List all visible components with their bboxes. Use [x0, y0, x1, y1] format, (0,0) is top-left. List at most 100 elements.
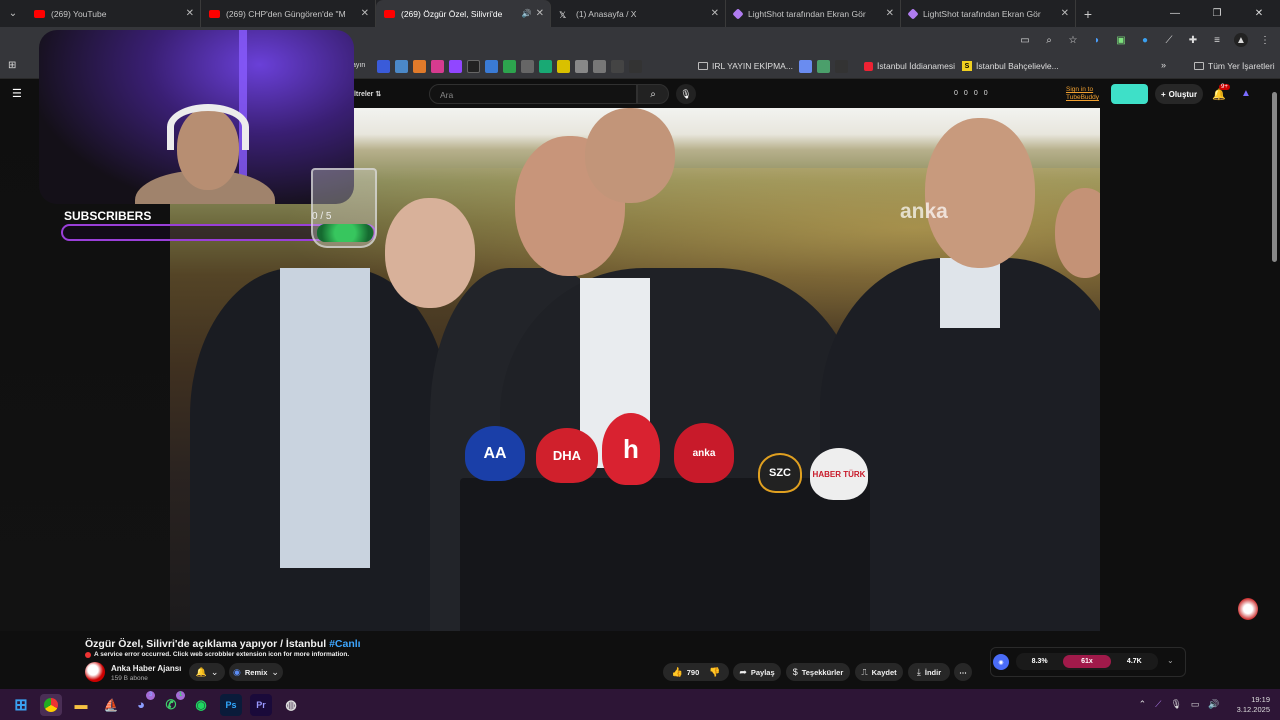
page-background-right — [1100, 108, 1280, 631]
tab-lightshot-1[interactable]: LightShot tarafından Ekran Gör ✕ — [726, 0, 901, 27]
share-button[interactable]: ➦ Paylaş — [733, 663, 781, 681]
mic-icon[interactable]: 🎙 — [1170, 699, 1181, 710]
bookmark-icon[interactable] — [593, 60, 606, 73]
chrome-icon[interactable] — [40, 693, 62, 716]
bookmark-icon[interactable] — [575, 60, 588, 73]
bookmark-icon[interactable] — [557, 60, 570, 73]
channel-avatar[interactable] — [85, 662, 105, 682]
menu-icon[interactable]: ⋮ — [1258, 33, 1272, 47]
chevron-up-icon[interactable]: ⌃ — [1139, 699, 1147, 710]
bookmark-icon[interactable] — [539, 60, 552, 73]
channel-subscribers: 159 B abone — [111, 675, 148, 682]
apps-icon[interactable]: ⊞ — [8, 60, 16, 71]
gemini-icon[interactable] — [799, 60, 812, 73]
extension-icon[interactable]: ● — [1138, 33, 1152, 47]
tubebuddy-button[interactable] — [1111, 84, 1148, 104]
bookmark-icon[interactable] — [413, 60, 426, 73]
cast-icon[interactable]: ▭ — [1018, 33, 1032, 47]
volume-icon[interactable]: 🔊 — [1208, 699, 1219, 710]
tab-chp[interactable]: (269) CHP'den Güngören'de "M ✕ — [201, 0, 376, 27]
avatar[interactable]: ▲ — [1241, 88, 1251, 99]
steam-icon[interactable]: ⛵ — [100, 694, 122, 716]
bookmark-all[interactable]: Tüm Yer İşaretleri — [1194, 61, 1275, 71]
restore-icon[interactable]: ❐ — [1196, 0, 1238, 27]
windows-start-icon[interactable]: ⊞ — [10, 694, 32, 716]
photoshop-icon[interactable]: Ps — [220, 693, 242, 716]
scrollbar-thumb[interactable] — [1272, 92, 1277, 262]
error-message[interactable]: A service error occurred. Click web scro… — [85, 651, 349, 658]
lightshot-icon[interactable]: ⟋ — [1155, 699, 1161, 710]
more-bookmarks-icon[interactable]: » — [1161, 60, 1166, 70]
file-explorer-icon[interactable]: ▬ — [70, 694, 92, 716]
counter: 0 — [973, 90, 978, 97]
bookmark-icon[interactable] — [611, 60, 624, 73]
notification-bell-button[interactable]: 🔔 ⌄ — [189, 663, 225, 681]
close-window-icon[interactable]: ✕ — [1238, 0, 1280, 27]
bookmark-icon[interactable] — [521, 60, 534, 73]
tab-search-icon[interactable]: ⌄ — [0, 0, 26, 27]
mic-label: anka — [692, 447, 716, 459]
bookmark-iddianamesi[interactable]: İstanbul İddianamesi — [864, 61, 955, 71]
close-tab-icon[interactable]: ✕ — [186, 8, 194, 19]
speaker-icon[interactable]: 🔊 — [522, 9, 532, 18]
puzzle-icon[interactable]: ✚ — [1186, 33, 1200, 47]
channel-name[interactable]: Anka Haber Ajansı — [111, 664, 181, 673]
clock[interactable]: 19:19 3.12.2025 — [1237, 695, 1270, 715]
hashtag-link[interactable]: #Canlı — [329, 638, 361, 650]
x-icon[interactable] — [467, 60, 480, 73]
close-tab-icon[interactable]: ✕ — [361, 8, 369, 19]
thanks-button[interactable]: $ Teşekkürler — [786, 663, 850, 681]
bookmark-icon[interactable] — [835, 60, 848, 73]
close-tab-icon[interactable]: ✕ — [536, 8, 544, 19]
download-label: İndir — [924, 667, 942, 677]
download-button[interactable]: ⤓ İndir — [908, 663, 950, 681]
remix-button[interactable]: ◉ Remix ⌄ — [229, 663, 283, 681]
whatsapp-icon[interactable]: ✆ 1 — [160, 690, 185, 716]
bookmark-icon[interactable] — [395, 60, 408, 73]
extension-icon[interactable]: ⟋ — [1162, 33, 1176, 47]
star-icon[interactable]: ☆ — [1066, 33, 1080, 47]
tubebuddy-signin-link[interactable]: Sign in to TubeBuddy — [1066, 86, 1099, 102]
close-tab-icon[interactable]: ✕ — [886, 8, 894, 19]
bookmark-bahcelievler[interactable]: S İstanbul Bahçelievle... — [962, 61, 1059, 71]
tab-ozgur-ozel[interactable]: (269) Özgür Özel, Silivri'de 🔊 ✕ — [376, 0, 551, 27]
more-actions-button[interactable]: ⋯ — [954, 663, 972, 681]
search-button[interactable]: ⌕ — [637, 84, 669, 104]
tab-lightshot-2[interactable]: LightShot tarafından Ekran Gör ✕ — [901, 0, 1076, 27]
premiere-icon[interactable]: Pr — [250, 693, 272, 716]
close-tab-icon[interactable]: ✕ — [1061, 8, 1069, 19]
hamburger-icon[interactable]: ☰ — [12, 87, 22, 100]
save-button[interactable]: ⎍ Kaydet — [855, 663, 903, 681]
new-tab-button[interactable]: + — [1076, 6, 1100, 22]
bookmark-icon[interactable] — [817, 60, 830, 73]
tab-x[interactable]: 𝕏 (1) Anasayfa / X ✕ — [551, 0, 726, 27]
ratio-left: 8.3% — [1031, 658, 1048, 665]
media-icon[interactable]: ≡ — [1210, 33, 1224, 47]
tab-title: (269) CHP'den Güngören'de "M — [226, 8, 346, 19]
spotify-icon[interactable]: ◉ — [190, 694, 212, 716]
chevron-down-icon[interactable]: ⌄ — [1167, 656, 1174, 665]
filters-button[interactable]: iltreler ⇅ — [352, 90, 381, 98]
close-tab-icon[interactable]: ✕ — [711, 8, 719, 19]
docs-icon[interactable] — [485, 60, 498, 73]
search-input[interactable]: Ara — [429, 84, 637, 104]
instagram-icon[interactable] — [431, 60, 444, 73]
minimize-icon[interactable]: — — [1154, 0, 1196, 27]
profile-icon[interactable]: ▲ — [1234, 33, 1248, 47]
tab-youtube[interactable]: (269) YouTube ✕ — [26, 0, 201, 27]
twitch-icon[interactable] — [449, 60, 462, 73]
mic-szc: SZC — [758, 453, 802, 493]
discord-icon[interactable]: ◕ 3 — [130, 690, 155, 716]
obs-icon[interactable]: ◍ — [280, 694, 302, 716]
bookmark-folder-irl[interactable]: IRL YAYIN EKİPMA... — [698, 61, 793, 71]
extension-icon[interactable]: ▣ — [1114, 33, 1128, 47]
like-dislike-button[interactable]: 👍 790 👎 — [663, 663, 729, 681]
network-icon[interactable]: ▭ — [1191, 699, 1200, 710]
create-button[interactable]: + Oluştur — [1155, 84, 1203, 104]
extension-icon[interactable]: ◗ — [1090, 33, 1104, 47]
sheets-icon[interactable] — [503, 60, 516, 73]
voice-search-button[interactable]: 🎙 — [676, 84, 696, 104]
bookmark-icon[interactable] — [629, 60, 642, 73]
zoom-icon[interactable]: ⌕ — [1042, 33, 1056, 47]
bookmark-icon[interactable] — [377, 60, 390, 73]
